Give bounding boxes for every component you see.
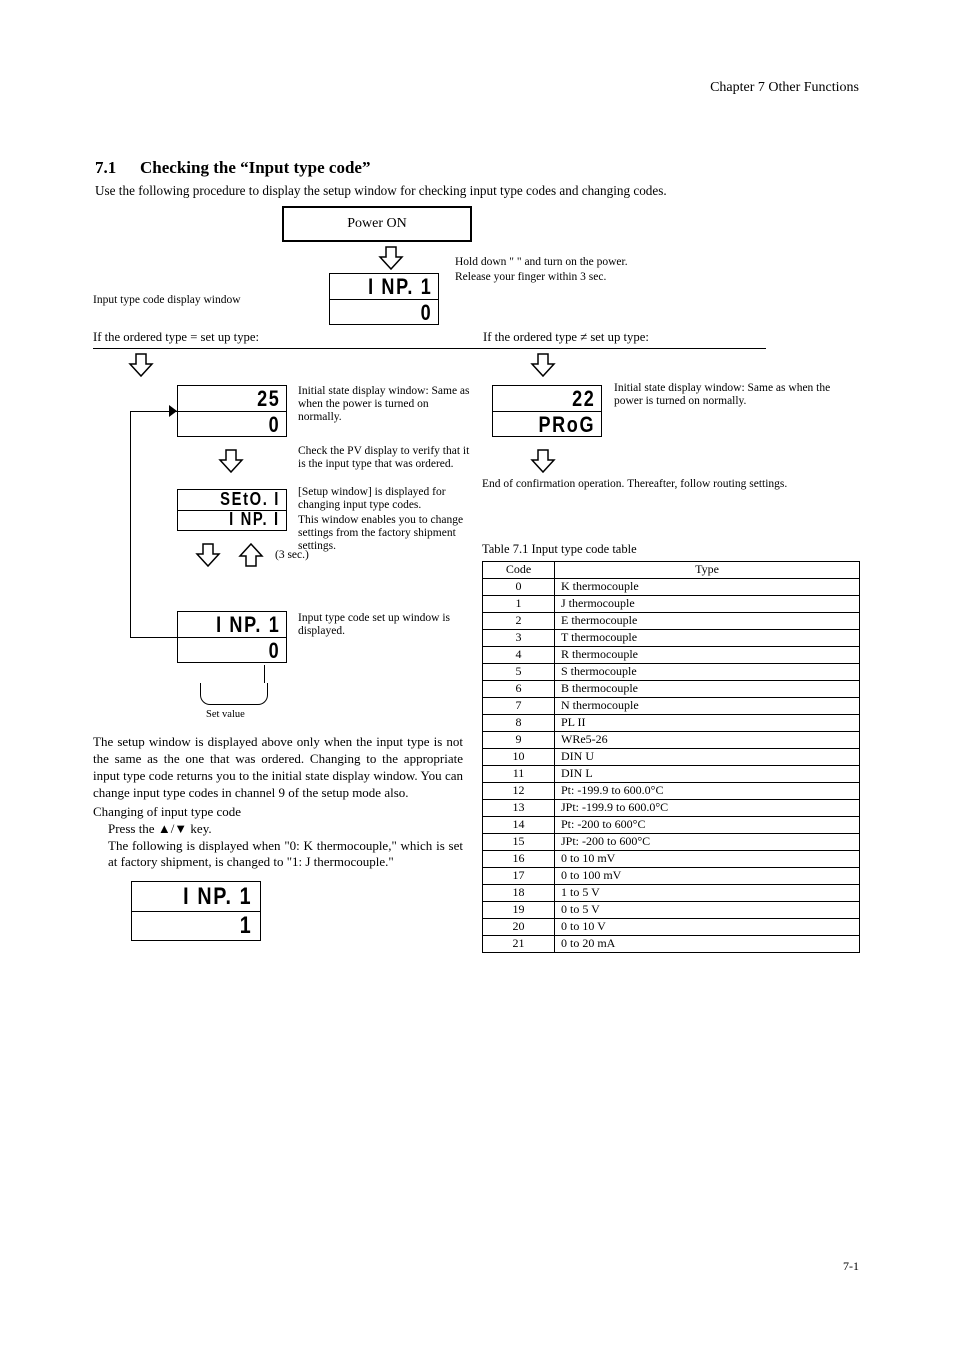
change-body: The following is displayed when "0: K th…	[108, 838, 463, 871]
lcd-25: 25 0	[177, 385, 287, 437]
down-arrow-icon	[128, 352, 154, 378]
section-title: Checking the “Input type code”	[140, 158, 370, 178]
seg-inp1b: I NP. I	[229, 509, 280, 530]
seg-seto: SEtO. I	[220, 489, 280, 510]
seg-prog: PRoG	[538, 412, 595, 437]
page: Chapter 7 Other Functions 7.1 Checking t…	[0, 0, 954, 1350]
seg-inp1: I NP. 1	[368, 274, 432, 299]
lcd-inp1-bottom: I NP. 1 0	[177, 611, 287, 663]
set-value-label: Set value	[206, 709, 245, 721]
chapter-header: Chapter 7 Other Functions	[710, 80, 859, 96]
type-cell: K thermocouple	[555, 579, 860, 596]
sp-line-1: [Setup window] is displayed for changing…	[298, 486, 481, 512]
hold-note-a: Hold down " " and turn on the power.	[455, 256, 628, 269]
lcd-prog: 22 PRoG	[492, 385, 602, 437]
change-press: Press the ▲/▼ key.	[108, 822, 212, 837]
section-intro: Use the following procedure to display t…	[95, 183, 855, 198]
down-arrow-icon	[530, 352, 556, 378]
seg-0c: 0	[268, 638, 280, 663]
down-arrow-icon	[218, 448, 244, 474]
seg-25: 25	[257, 386, 280, 411]
power-on-box: Power ON	[282, 206, 472, 242]
right-note-init: Initial state display window: Same as wh…	[614, 382, 859, 408]
lcd-seto: SEtO. I I NP. I	[177, 489, 287, 531]
down-arrow-icon	[195, 542, 221, 568]
change-title: Changing of input type code	[93, 805, 241, 820]
seg-0: 0	[420, 300, 432, 325]
sp-line-2: This window enables you to change settin…	[298, 514, 481, 554]
branch-neq: If the ordered type ≠ set up type:	[483, 330, 649, 345]
lcd-inp1-note: Input type code display window	[93, 294, 313, 307]
hold-note-b: Release your finger within 3 sec.	[455, 271, 606, 284]
branch-eq: If the ordered type = set up type:	[93, 330, 259, 345]
table-title: Table 7.1 Input type code table	[482, 542, 637, 556]
para-explain: The setup window is displayed above only…	[93, 734, 463, 802]
down-arrow-icon	[530, 448, 556, 474]
three-sec: (3 sec.)	[275, 549, 309, 562]
seg-inp1d: I NP. 1	[183, 883, 252, 911]
seg-1: 1	[239, 912, 252, 940]
up-arrow-icon	[238, 542, 264, 568]
seg-0b: 0	[268, 412, 280, 437]
right-end-note: End of confirmation operation. Thereafte…	[482, 478, 857, 491]
lcd-inp1: I NP. 1 0	[329, 273, 439, 325]
page-number: 7-1	[843, 1260, 859, 1274]
section-num: 7.1	[95, 158, 116, 178]
left-note-init: Initial state display window: Same as wh…	[298, 385, 473, 425]
down-arrow-icon	[378, 245, 404, 271]
code-cell: 0	[483, 579, 555, 596]
code-table: CodeType 0K thermocouple 1J thermocouple…	[482, 561, 860, 953]
lcd-inp1-j: I NP. 1 1	[131, 881, 261, 941]
left-pv-check: Check the PV display to verify that it i…	[298, 445, 473, 471]
inp1-set-note: Input type code set up window is display…	[298, 612, 473, 638]
seg-22: 22	[572, 386, 595, 411]
seg-inp1c: I NP. 1	[216, 612, 280, 637]
